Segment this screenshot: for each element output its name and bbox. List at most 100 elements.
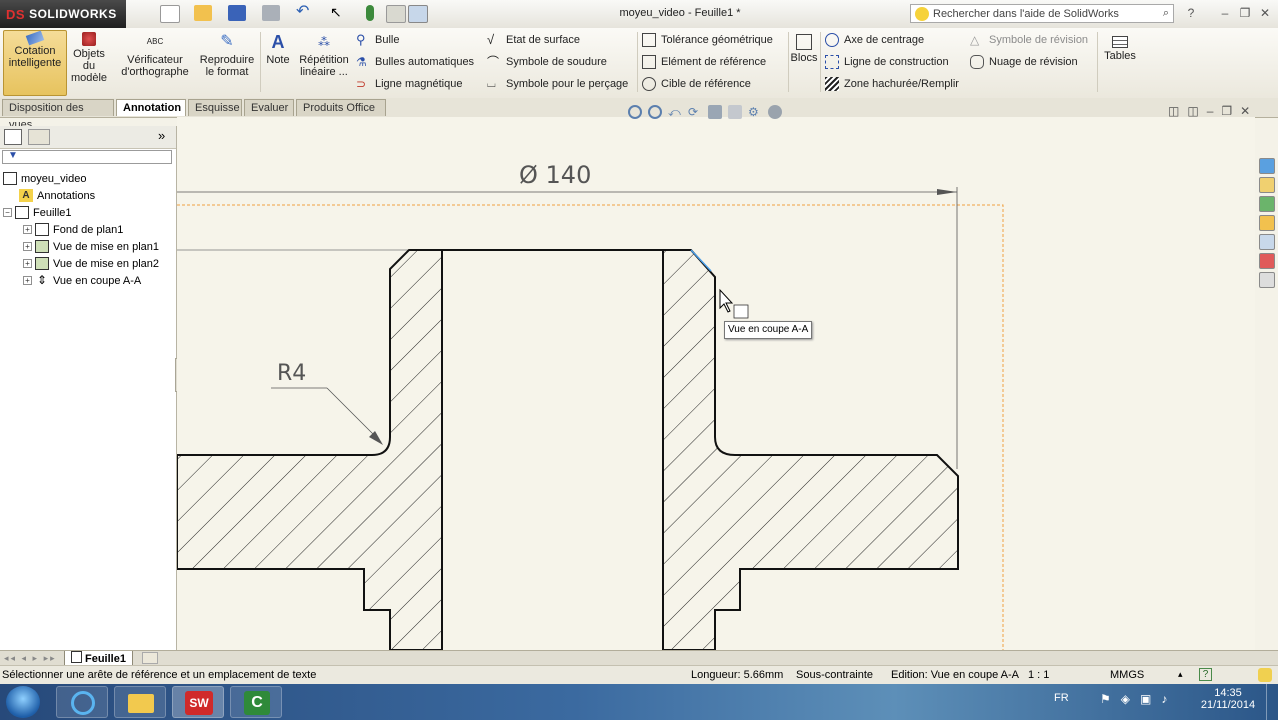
solidworks-logo[interactable]: DS SOLIDWORKS	[0, 0, 126, 28]
diameter-dimension[interactable]: Ø 140	[519, 161, 591, 189]
open-folder-icon[interactable]	[194, 5, 212, 21]
units-selector[interactable]: MMGS	[1110, 669, 1144, 681]
view-settings-icon[interactable]: ⚙	[748, 105, 762, 119]
hide-show-icon[interactable]	[728, 105, 742, 119]
note-button[interactable]: A Note	[262, 30, 294, 94]
tab-view-layout[interactable]: Disposition des vues	[2, 99, 114, 131]
viewport-minimize-icon[interactable]: –	[1207, 104, 1214, 118]
add-sheet-icon[interactable]	[142, 652, 158, 664]
previous-view-icon[interactable]: ⤺	[668, 105, 682, 119]
file-explorer-taskbar-button[interactable]	[114, 686, 166, 718]
volume-icon[interactable]: ♪	[1161, 692, 1167, 706]
display-style-icon[interactable]	[708, 105, 722, 119]
help-icon[interactable]: ?	[1184, 7, 1198, 19]
print-icon[interactable]	[262, 5, 280, 21]
solidworks-taskbar-button[interactable]: SW	[172, 686, 224, 718]
search-icon[interactable]: ⌕	[1163, 7, 1169, 20]
tab-annotation[interactable]: Annotation	[116, 99, 186, 116]
smart-dimension-button[interactable]: Cotation intelligente	[3, 30, 67, 96]
model-items-button[interactable]: Objets du modèle	[68, 30, 110, 94]
undo-icon[interactable]: ↶	[296, 4, 314, 21]
minimize-button[interactable]: –	[1218, 7, 1232, 19]
sheet-nav-arrows[interactable]: ◂◂ ◂ ▸ ▸▸	[4, 653, 57, 664]
hatch-fill-button[interactable]: Zone hachurée/Remplir	[825, 75, 967, 93]
tree-filter-input[interactable]: ▼	[2, 150, 172, 164]
datum-target-button[interactable]: Cible de référence	[642, 75, 788, 93]
drawing-canvas[interactable]: Ø 140 R4 Vue en coupe A-A	[177, 117, 1255, 650]
surface-finish-button[interactable]: √ Etat de surface	[487, 31, 635, 49]
view-palette-icon[interactable]	[1259, 234, 1275, 250]
expand-icon[interactable]: +	[23, 242, 32, 251]
clock[interactable]: 14:35 21/11/2014	[1196, 687, 1260, 711]
solidworks-resources-icon[interactable]	[1259, 158, 1275, 174]
tree-item-sheet-format[interactable]: + Fond de plan1	[3, 221, 159, 238]
magnetic-line-button[interactable]: ⊃ Ligne magnétique	[356, 75, 484, 93]
tree-root[interactable]: moyeu_video	[3, 170, 159, 187]
custom-properties-icon[interactable]	[1259, 272, 1275, 288]
spell-checker-button[interactable]: ABC Vérificateur d'orthographe	[116, 30, 194, 94]
weld-symbol-button[interactable]: ⌒ Symbole de soudure	[487, 53, 635, 71]
internet-explorer-taskbar-button[interactable]	[56, 686, 108, 718]
show-desktop-button[interactable]	[1266, 684, 1278, 720]
sheet-tab-feuille1[interactable]: Feuille1	[64, 651, 133, 666]
balloon-button[interactable]: ⚲ Bulle	[356, 31, 484, 49]
tree-sheet[interactable]: − Feuille1	[3, 204, 159, 221]
file-properties-icon[interactable]	[386, 5, 406, 23]
design-library-icon[interactable]	[1259, 177, 1275, 193]
viewport-restore-icon[interactable]: ❐	[1221, 104, 1232, 118]
revision-cloud-button[interactable]: Nuage de révision	[970, 53, 1094, 71]
rotate-view-icon[interactable]: ⟳	[688, 105, 702, 119]
units-arrow-icon[interactable]: ▴	[1178, 669, 1183, 680]
appearances-icon[interactable]	[1259, 253, 1275, 269]
expand-icon[interactable]: +	[23, 225, 32, 234]
tables-button[interactable]: Tables	[1100, 30, 1140, 94]
save-icon[interactable]	[228, 5, 246, 21]
select-arrow-icon[interactable]: ↖	[330, 5, 348, 21]
help-status-icon[interactable]: ?	[1199, 668, 1212, 681]
property-manager-tab-icon[interactable]	[28, 129, 50, 145]
search-folder-icon[interactable]	[1259, 215, 1275, 231]
new-document-icon[interactable]	[160, 5, 180, 23]
construction-line-button[interactable]: Ligne de construction	[825, 53, 967, 71]
tab-sketch[interactable]: Esquisse	[188, 99, 242, 116]
collapse-icon[interactable]: −	[3, 208, 12, 217]
security-icon[interactable]: ◈	[1121, 692, 1130, 706]
help-search-input[interactable]: Rechercher dans l'aide de SolidWorks ⌕	[910, 4, 1174, 23]
tile-horizontal-icon[interactable]: ◫	[1168, 104, 1179, 118]
rebuild-icon[interactable]	[366, 5, 374, 21]
tab-evaluate[interactable]: Evaluer	[244, 99, 294, 116]
tile-vertical-icon[interactable]: ◫	[1187, 104, 1198, 118]
expand-icon[interactable]: +	[23, 259, 32, 268]
feature-tree-tab-icon[interactable]	[4, 129, 22, 145]
radius-dimension[interactable]: R4	[277, 361, 306, 386]
tree-annotations[interactable]: A Annotations	[3, 187, 159, 204]
expand-icon[interactable]: +	[23, 276, 32, 285]
blocks-button[interactable]: Blocs	[790, 30, 818, 94]
zoom-to-fit-icon[interactable]	[628, 105, 642, 119]
tree-item-section-view[interactable]: + ⇕ Vue en coupe A-A	[3, 272, 159, 289]
start-button-icon[interactable]	[6, 686, 40, 718]
hole-callout-button[interactable]: ⌴ Symbole pour le perçage	[487, 75, 635, 93]
network-icon[interactable]: ▣	[1140, 692, 1151, 706]
tree-item-drawing-view2[interactable]: + Vue de mise en plan2	[3, 255, 159, 272]
close-button[interactable]: ✕	[1258, 7, 1272, 19]
expand-panel-icon[interactable]: »	[158, 128, 165, 143]
format-painter-button[interactable]: ✎ Reproduire le format	[196, 30, 258, 94]
camtasia-taskbar-button[interactable]: C	[230, 686, 282, 718]
geometric-tolerance-button[interactable]: Tolérance géométrique	[642, 31, 788, 49]
viewport-close-icon[interactable]: ✕	[1240, 104, 1250, 118]
centerline-button[interactable]: Axe de centrage	[825, 31, 967, 49]
restore-button[interactable]: ❐	[1238, 7, 1252, 19]
zoom-to-area-icon[interactable]	[648, 105, 662, 119]
revision-symbol-button[interactable]: △ Symbole de révision	[970, 31, 1094, 49]
appearance-icon[interactable]	[768, 105, 782, 119]
language-indicator[interactable]: FR	[1054, 692, 1069, 704]
options-icon[interactable]	[408, 5, 428, 23]
auto-balloon-button[interactable]: ⚗ Bulles automatiques	[356, 53, 484, 71]
action-center-flag-icon[interactable]: ⚑	[1100, 692, 1111, 706]
linear-pattern-button[interactable]: ⁂ Répétition linéaire ...	[296, 30, 352, 94]
tab-office-products[interactable]: Produits Office	[296, 99, 386, 116]
file-explorer-icon[interactable]	[1259, 196, 1275, 212]
datum-feature-button[interactable]: Elément de référence	[642, 53, 788, 71]
notification-icon[interactable]	[1258, 668, 1272, 682]
